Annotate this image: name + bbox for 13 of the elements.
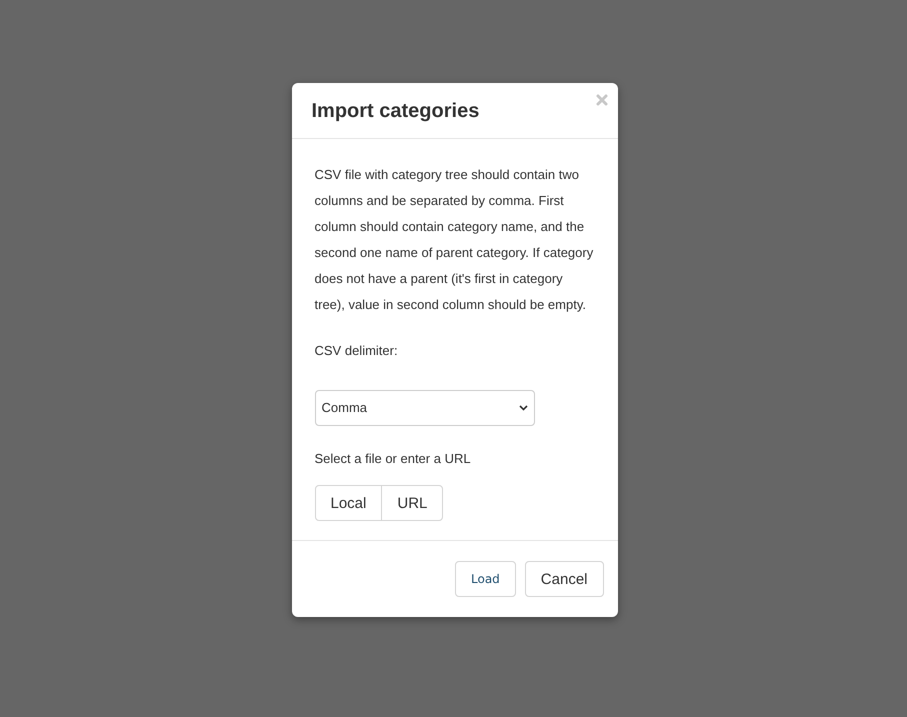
dialog-title: Import categories (312, 100, 480, 122)
cancel-button[interactable]: Cancel (524, 561, 604, 597)
delimiter-label: CSV delimiter: (314, 342, 399, 360)
description-text: CSV file with category tree should contain two columns and be separated by comma. First column should contain category name, and the second one name of parent category. If category does not have a parent (it's first in category tree), value in second column should be empty. (314, 166, 594, 314)
source-label: Select a file or enter a URL (314, 450, 472, 468)
source-button[interactable]: Local (314, 485, 382, 521)
chevron-icon (518, 405, 528, 411)
source-button[interactable]: URL (381, 485, 444, 521)
close-icon (596, 94, 608, 106)
delimiter-select[interactable]: Comma (314, 390, 534, 426)
select-value: Comma (322, 399, 368, 417)
load-button[interactable]: Load (455, 561, 516, 597)
close-button[interactable] (596, 94, 608, 106)
